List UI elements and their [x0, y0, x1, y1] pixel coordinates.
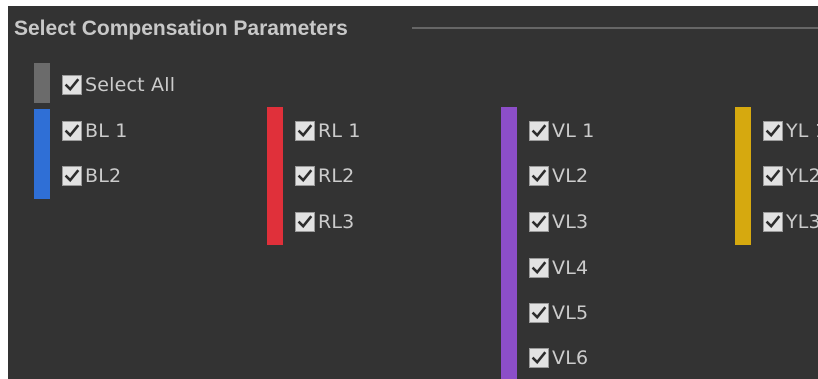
- checkbox-checked-icon: [529, 212, 549, 232]
- yl-color-bar: [735, 107, 751, 245]
- checkbox-yl1[interactable]: YL 1: [763, 120, 818, 142]
- checkbox-bl1[interactable]: BL 1: [62, 120, 128, 142]
- checkbox-label: VL5: [552, 302, 589, 324]
- checkbox-label: VL2: [552, 165, 589, 187]
- checkbox-rl2[interactable]: RL2: [295, 165, 354, 187]
- checkbox-checked-icon: [295, 121, 315, 141]
- bl-color-bar: [34, 109, 50, 199]
- checkbox-checked-icon: [62, 121, 82, 141]
- checkbox-label: VL 1: [552, 120, 595, 142]
- checkbox-checked-icon: [295, 166, 315, 186]
- checkbox-label: VL4: [552, 257, 589, 279]
- checkbox-vl4[interactable]: VL4: [529, 257, 588, 279]
- checkbox-label: RL 1: [318, 120, 361, 142]
- checkbox-label: YL 1: [786, 120, 818, 142]
- select-all-color-bar: [34, 63, 50, 103]
- checkbox-rl3[interactable]: RL3: [295, 211, 354, 233]
- select-all-checkbox[interactable]: Select All: [62, 74, 175, 96]
- checkbox-yl2[interactable]: YL2: [763, 165, 818, 187]
- header-divider: [412, 27, 818, 29]
- checkbox-bl2[interactable]: BL2: [62, 165, 121, 187]
- checkbox-checked-icon: [529, 121, 549, 141]
- compensation-parameters-panel: Select Compensation Parameters Select Al…: [8, 6, 818, 379]
- checkbox-label: VL6: [552, 347, 589, 369]
- checkbox-checked-icon: [763, 212, 783, 232]
- checkbox-label: RL3: [318, 211, 355, 233]
- checkbox-label: BL 1: [85, 120, 128, 142]
- rl-color-bar: [267, 107, 283, 245]
- checkbox-checked-icon: [529, 166, 549, 186]
- checkbox-label: VL3: [552, 211, 589, 233]
- checkbox-label: YL2: [786, 165, 818, 187]
- checkbox-checked-icon: [529, 348, 549, 368]
- checkbox-vl2[interactable]: VL2: [529, 165, 588, 187]
- checkbox-label: BL2: [85, 165, 122, 187]
- checkbox-vl3[interactable]: VL3: [529, 211, 588, 233]
- checkbox-checked-icon: [763, 166, 783, 186]
- select-all-label: Select All: [85, 74, 176, 96]
- checkbox-checked-icon: [62, 166, 82, 186]
- checkbox-yl3[interactable]: YL3: [763, 211, 818, 233]
- checkbox-checked-icon: [529, 303, 549, 323]
- checkbox-label: RL2: [318, 165, 355, 187]
- checkbox-vl6[interactable]: VL6: [529, 347, 588, 369]
- checkbox-vl5[interactable]: VL5: [529, 302, 588, 324]
- vl-color-bar: [501, 107, 517, 379]
- checkbox-checked-icon: [763, 121, 783, 141]
- checkbox-checked-icon: [62, 75, 82, 95]
- checkbox-label: YL3: [786, 211, 818, 233]
- checkbox-checked-icon: [295, 212, 315, 232]
- checkbox-rl1[interactable]: RL 1: [295, 120, 361, 142]
- checkbox-vl1[interactable]: VL 1: [529, 120, 595, 142]
- checkbox-checked-icon: [529, 258, 549, 278]
- panel-title: Select Compensation Parameters: [14, 17, 348, 40]
